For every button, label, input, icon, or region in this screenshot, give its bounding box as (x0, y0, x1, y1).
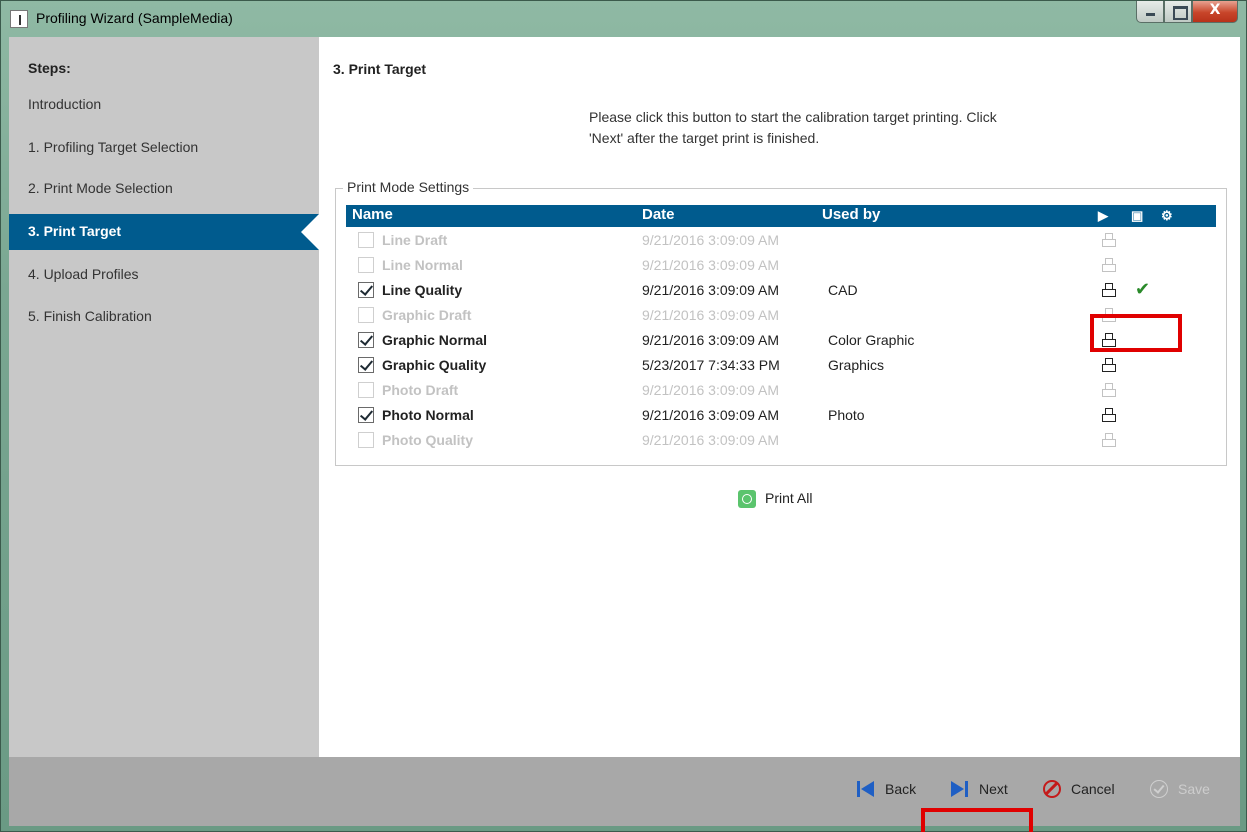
row-checkbox[interactable] (358, 307, 374, 323)
next-label: Next (979, 781, 1008, 797)
wizard-footer: Back Next Cancel Save (9, 757, 1240, 832)
print-icon[interactable] (1102, 433, 1116, 447)
print-icon[interactable] (1102, 283, 1116, 297)
row-name: Graphic Quality (382, 357, 487, 373)
steps-sidebar: Steps: Introduction 1. Profiling Target … (9, 37, 319, 757)
step-print-target[interactable]: 3. Print Target (9, 214, 319, 250)
row-name: Graphic Normal (382, 332, 488, 348)
table-row: Graphic Quality 5/23/2017 7:34:33 PM Gra… (346, 354, 1216, 379)
window-title: Profiling Wizard (SampleMedia) (36, 10, 233, 26)
row-used-by: Color Graphic (828, 332, 915, 348)
row-name: Line Normal (382, 257, 463, 273)
step-label: 3. Print Target (28, 223, 122, 239)
step-label: 5. Finish Calibration (28, 308, 152, 324)
table-row: Graphic Normal 9/21/2016 3:09:09 AM Colo… (346, 329, 1216, 354)
row-checkbox[interactable] (358, 282, 374, 298)
maximize-button[interactable] (1164, 1, 1192, 23)
print-icon[interactable] (1102, 383, 1116, 397)
print-icon[interactable] (1102, 408, 1116, 422)
grid-header: Name Date Used by ▶ ▣ ⚙ (346, 205, 1216, 227)
row-name: Photo Quality (382, 432, 473, 448)
row-date: 9/21/2016 3:09:09 AM (642, 307, 779, 323)
column-header-used-by[interactable]: Used by (822, 206, 880, 223)
back-icon (857, 780, 877, 798)
group-label: Print Mode Settings (343, 179, 474, 195)
print-icon[interactable] (1102, 233, 1116, 247)
play-icon: ▶ (1098, 208, 1108, 223)
step-label: 4. Upload Profiles (28, 266, 139, 282)
table-row: Photo Quality 9/21/2016 3:09:09 AM (346, 429, 1216, 454)
step-finish-calibration[interactable]: 5. Finish Calibration (9, 299, 319, 335)
row-used-by: CAD (828, 282, 858, 298)
step-upload-profiles[interactable]: 4. Upload Profiles (9, 257, 319, 293)
power-icon (738, 490, 756, 508)
page-title: 3. Print Target (333, 61, 427, 77)
back-label: Back (885, 781, 917, 797)
row-date: 5/23/2017 7:34:33 PM (642, 357, 780, 373)
table-row: Line Quality 9/21/2016 3:09:09 AM CAD ✔ (346, 279, 1216, 304)
step-label: Introduction (28, 96, 102, 112)
app-icon (10, 10, 28, 28)
step-profiling-target-selection[interactable]: 1. Profiling Target Selection (9, 130, 319, 166)
row-date: 9/21/2016 3:09:09 AM (642, 282, 779, 298)
row-checkbox[interactable] (358, 407, 374, 423)
highlight-box (1090, 314, 1182, 352)
save-label: Save (1178, 781, 1210, 797)
step-print-mode-selection[interactable]: 2. Print Mode Selection (9, 171, 319, 207)
title-bar[interactable]: Profiling Wizard (SampleMedia) X (1, 1, 1246, 37)
cancel-icon (1043, 780, 1061, 798)
table-row: Photo Draft 9/21/2016 3:09:09 AM (346, 379, 1216, 404)
next-icon (951, 780, 971, 798)
instructions-text: Please click this button to start the ca… (589, 109, 997, 146)
row-date: 9/21/2016 3:09:09 AM (642, 432, 779, 448)
cancel-label: Cancel (1071, 781, 1115, 797)
print-icon[interactable] (1102, 358, 1116, 372)
row-date: 9/21/2016 3:09:09 AM (642, 257, 779, 273)
window-controls: X (1136, 1, 1238, 23)
row-date: 9/21/2016 3:09:09 AM (642, 332, 779, 348)
close-button[interactable]: X (1192, 1, 1238, 23)
close-icon: X (1209, 2, 1221, 18)
row-checkbox[interactable] (358, 232, 374, 248)
row-name: Photo Normal (382, 407, 474, 423)
row-name: Graphic Draft (382, 307, 472, 323)
row-checkbox[interactable] (358, 357, 374, 373)
table-row: Graphic Draft 9/21/2016 3:09:09 AM (346, 304, 1216, 329)
print-all-label: Print All (765, 490, 813, 506)
steps-title: Steps: (28, 60, 71, 76)
column-header-date[interactable]: Date (642, 206, 675, 223)
completed-check-icon: ✔ (1135, 279, 1151, 300)
client-area: Steps: Introduction 1. Profiling Target … (9, 37, 1240, 832)
main-panel: 3. Print Target Please click this button… (319, 37, 1240, 757)
row-used-by: Photo (828, 407, 865, 423)
print-icon[interactable] (1102, 258, 1116, 272)
highlight-box (921, 808, 1033, 832)
table-row: Photo Normal 9/21/2016 3:09:09 AM Photo (346, 404, 1216, 429)
row-date: 9/21/2016 3:09:09 AM (642, 407, 779, 423)
wizard-window: Profiling Wizard (SampleMedia) X Steps: … (0, 0, 1247, 832)
minimize-button[interactable] (1136, 1, 1164, 23)
step-introduction[interactable]: Introduction (9, 87, 319, 123)
row-checkbox[interactable] (358, 382, 374, 398)
row-date: 9/21/2016 3:09:09 AM (642, 232, 779, 248)
row-checkbox[interactable] (358, 257, 374, 273)
column-header-name[interactable]: Name (352, 206, 393, 223)
row-name: Line Quality (382, 282, 463, 298)
step-label: 2. Print Mode Selection (28, 180, 173, 196)
row-name: Photo Draft (382, 382, 459, 398)
row-checkbox[interactable] (358, 332, 374, 348)
print-icon: ▣ (1131, 208, 1144, 223)
table-row: Line Normal 9/21/2016 3:09:09 AM (346, 254, 1216, 279)
row-date: 9/21/2016 3:09:09 AM (642, 382, 779, 398)
save-icon (1150, 780, 1168, 798)
row-name: Line Draft (382, 232, 448, 248)
step-label: 1. Profiling Target Selection (28, 139, 199, 155)
table-row: Line Draft 9/21/2016 3:09:09 AM (346, 229, 1216, 254)
settings-icon: ⚙ (1161, 208, 1173, 223)
row-used-by: Graphics (828, 357, 885, 373)
row-checkbox[interactable] (358, 432, 374, 448)
